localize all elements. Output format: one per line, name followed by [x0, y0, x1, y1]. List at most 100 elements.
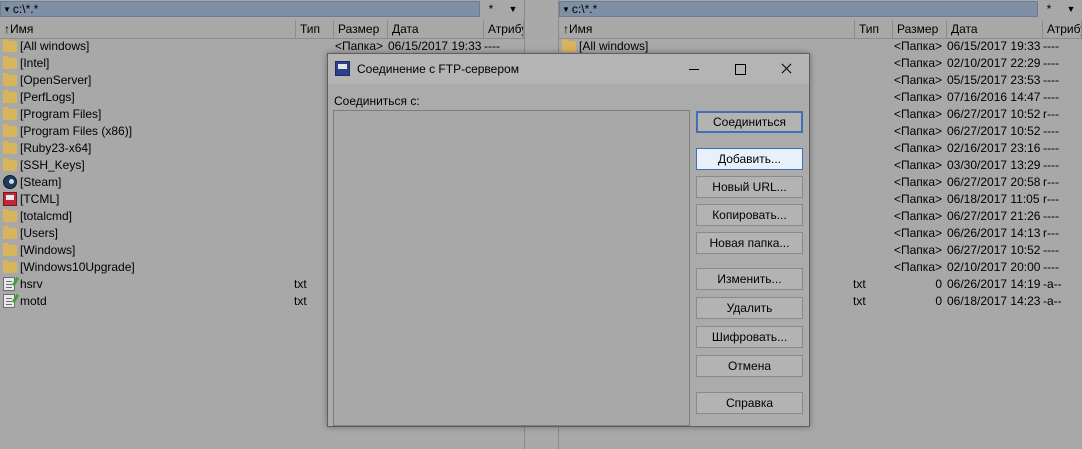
left-header-size[interactable]: Размер	[334, 20, 388, 38]
minimize-button[interactable]	[671, 54, 717, 84]
file-date: 06/27/2017 10:52	[947, 124, 1041, 138]
right-header-date[interactable]: Дата	[947, 20, 1043, 38]
right-path-bar: ▼ c:\*.* * ▼	[559, 0, 1082, 18]
connect-to-label: Соединиться с:	[334, 94, 420, 108]
file-attr: r---	[1043, 226, 1059, 240]
file-date: 06/27/2017 10:52	[947, 107, 1041, 121]
dialog-titlebar[interactable]: Соединение с FTP-сервером	[328, 54, 809, 84]
left-path-dropdown-icon[interactable]: ▼	[3, 5, 11, 14]
file-date: 02/10/2017 20:00	[947, 260, 1041, 274]
maximize-icon	[735, 64, 746, 75]
folder-icon	[3, 243, 17, 256]
folder-icon	[3, 124, 17, 137]
file-name: [SSH_Keys]	[20, 158, 85, 172]
folder-icon	[3, 107, 17, 120]
file-size: <Папка>	[894, 107, 942, 121]
file-date: 06/26/2017 14:13	[947, 226, 1041, 240]
file-name: [TCML]	[20, 192, 60, 206]
file-size: <Папка>	[894, 158, 942, 172]
new-url-button[interactable]: Новый URL...	[696, 176, 803, 198]
cancel-button[interactable]: Отмена	[696, 355, 803, 377]
file-attr: ----	[1043, 209, 1059, 223]
file-attr: ----	[1043, 90, 1059, 104]
ftp-connect-dialog: Соединение с FTP-сервером Соединиться с:…	[327, 53, 810, 427]
file-attr: -a--	[1043, 294, 1062, 308]
folder-icon	[3, 141, 17, 154]
file-attr: ----	[1043, 243, 1059, 257]
file-name: [Program Files (x86)]	[20, 124, 133, 138]
file-ext: txt	[853, 294, 866, 308]
folder-icon	[3, 260, 17, 273]
file-name: [Intel]	[20, 56, 50, 70]
right-header-name[interactable]: ↑Имя	[559, 20, 855, 38]
file-size: <Папка>	[894, 175, 942, 189]
right-drive-dropdown-icon[interactable]: ▼	[1060, 4, 1082, 14]
file-ext: txt	[294, 294, 307, 308]
file-date: 06/27/2017 21:26	[947, 209, 1041, 223]
right-path-text: c:\*.*	[571, 2, 598, 16]
maximize-button[interactable]	[717, 54, 763, 84]
file-date: 02/16/2017 23:16	[947, 141, 1041, 155]
right-path-field[interactable]: ▼ c:\*.*	[559, 1, 1038, 17]
left-path-bar: ▼ c:\*.* * ▼	[0, 0, 524, 18]
add-button[interactable]: Добавить...	[696, 148, 803, 170]
file-name: [All windows]	[20, 39, 90, 53]
file-size: <Папка>	[894, 90, 942, 104]
left-column-header: ↑Имя Тип Размер Дата Атрибу	[0, 20, 524, 39]
file-attr: ----	[1043, 260, 1059, 274]
file-date: 06/18/2017 14:23	[947, 294, 1041, 308]
new-folder-button[interactable]: Новая папка...	[696, 232, 803, 254]
connect-button[interactable]: Соединиться	[696, 111, 803, 133]
left-header-date[interactable]: Дата	[388, 20, 484, 38]
file-name: [OpenServer]	[20, 73, 92, 87]
file-name: [Users]	[20, 226, 59, 240]
file-date: 06/15/2017 19:33	[947, 39, 1041, 53]
file-size: <Папка>	[894, 73, 942, 87]
file-size: <Папка>	[894, 209, 942, 223]
file-name: [Steam]	[20, 175, 62, 189]
file-date: 05/15/2017 23:53	[947, 73, 1041, 87]
file-size: <Папка>	[894, 243, 942, 257]
left-path-field[interactable]: ▼ c:\*.*	[0, 1, 480, 17]
right-header-size[interactable]: Размер	[893, 20, 947, 38]
file-size: 0	[935, 277, 942, 291]
left-header-ext[interactable]: Тип	[296, 20, 334, 38]
help-button[interactable]: Справка	[696, 392, 803, 414]
file-name: [Windows]	[20, 243, 76, 257]
copy-button[interactable]: Копировать...	[696, 204, 803, 226]
right-header-attr[interactable]: Атрибу	[1043, 20, 1082, 38]
file-size: 0	[935, 294, 942, 308]
file-ext: txt	[294, 277, 307, 291]
tcml-icon	[3, 192, 17, 206]
file-date: 06/27/2017 20:58	[947, 175, 1041, 189]
folder-icon	[3, 39, 17, 52]
file-attr: ----	[1043, 158, 1059, 172]
file-date: 06/27/2017 10:52	[947, 243, 1041, 257]
folder-icon	[3, 158, 17, 171]
text-file-icon	[3, 276, 20, 291]
file-size: <Папка>	[894, 39, 942, 53]
file-name: [totalcmd]	[20, 209, 73, 223]
encrypt-button[interactable]: Шифровать...	[696, 326, 803, 348]
folder-icon	[562, 39, 576, 52]
file-attr: ----	[1043, 141, 1059, 155]
file-name: hsrv	[20, 277, 43, 291]
left-drive-dropdown-icon[interactable]: ▼	[502, 4, 524, 14]
delete-button[interactable]: Удалить	[696, 297, 803, 319]
edit-button[interactable]: Изменить...	[696, 268, 803, 290]
folder-icon	[3, 73, 17, 86]
close-button[interactable]	[763, 54, 809, 84]
ftp-connections-list[interactable]	[333, 110, 690, 426]
folder-icon	[3, 209, 17, 222]
file-size: <Папка>	[894, 124, 942, 138]
left-header-name[interactable]: ↑Имя	[0, 20, 296, 38]
right-path-dropdown-icon[interactable]: ▼	[562, 5, 570, 14]
right-filter-button[interactable]: *	[1038, 2, 1060, 16]
left-filter-button[interactable]: *	[480, 2, 502, 16]
file-attr: ----	[1043, 56, 1059, 70]
steam-icon	[3, 175, 17, 189]
file-ext: txt	[853, 277, 866, 291]
left-header-attr[interactable]: Атрибу	[484, 20, 524, 38]
right-header-ext[interactable]: Тип	[855, 20, 893, 38]
file-date: 06/26/2017 14:19	[947, 277, 1041, 291]
